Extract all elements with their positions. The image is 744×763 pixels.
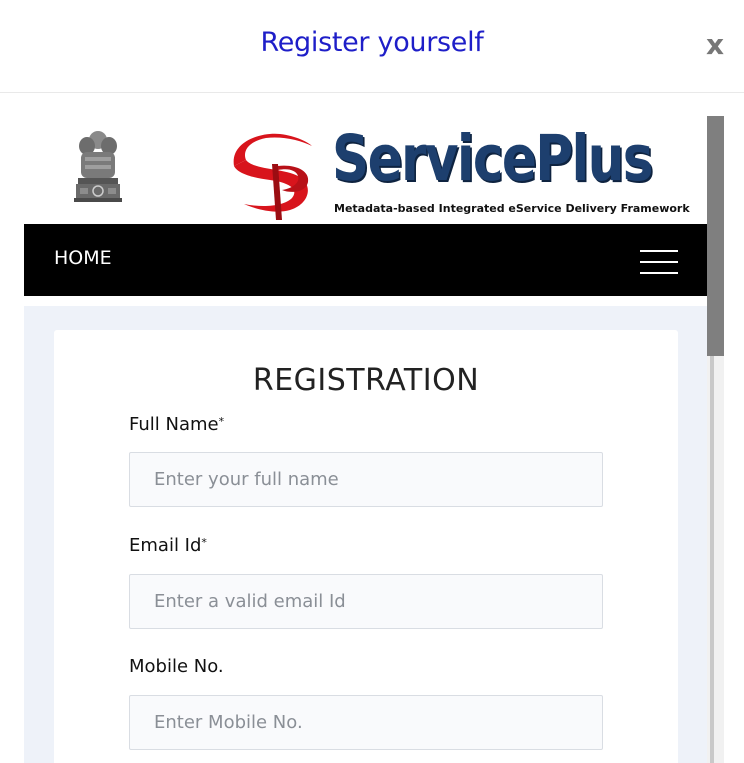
full-name-label: Full Name*: [129, 414, 224, 435]
national-emblem-icon: [74, 131, 122, 202]
brand-tagline: Metadata-based Integrated eService Deliv…: [334, 202, 690, 215]
mobile-label: Mobile No.: [129, 656, 224, 677]
email-label: Email Id*: [129, 535, 207, 556]
site-banner: ServicePlus Metadata-based Integrated eS…: [24, 116, 707, 224]
registration-card: REGISTRATION Full Name* Email Id* Mobile…: [54, 330, 678, 763]
modal-title: Register yourself: [260, 27, 484, 58]
form-background: REGISTRATION Full Name* Email Id* Mobile…: [24, 306, 707, 763]
modal-header: Register yourself x: [0, 0, 744, 93]
modal-content: ServicePlus Metadata-based Integrated eS…: [0, 94, 744, 763]
email-input[interactable]: [129, 574, 603, 629]
email-label-text: Email Id: [129, 535, 202, 556]
brand-name: ServicePlus: [332, 122, 653, 195]
required-marker: *: [218, 415, 225, 428]
required-marker: *: [201, 536, 207, 549]
mobile-input[interactable]: [129, 695, 603, 750]
hamburger-menu-icon[interactable]: [640, 248, 678, 276]
form-title: REGISTRATION: [252, 363, 480, 398]
nav-home-link[interactable]: HOME: [54, 247, 112, 269]
close-button[interactable]: x: [702, 27, 728, 63]
full-name-label-text: Full Name: [129, 414, 219, 435]
scrollbar-rail: [710, 356, 714, 763]
scrollbar-thumb[interactable]: [707, 116, 724, 356]
top-navbar: HOME: [24, 224, 707, 296]
mobile-label-text: Mobile No.: [129, 656, 224, 677]
serviceplus-logo-icon: [233, 133, 312, 220]
full-name-input[interactable]: [129, 452, 603, 507]
